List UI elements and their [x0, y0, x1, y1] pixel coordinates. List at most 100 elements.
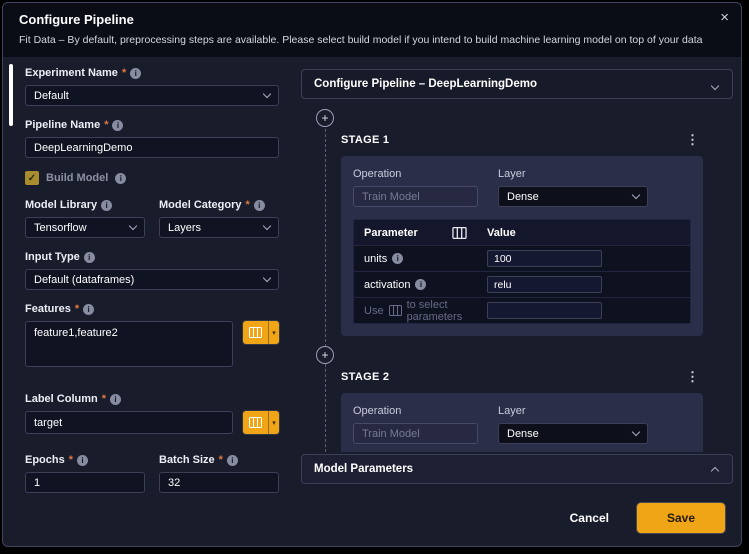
stage-1-header: STAGE 1 ⋮: [341, 132, 703, 148]
stage-1-title: STAGE 1: [341, 134, 390, 146]
collapse-button[interactable]: [710, 75, 720, 94]
label-column-label: Label Column * i: [25, 393, 279, 405]
model-category-label-text: Model Category: [159, 199, 242, 211]
chevron-down-icon: [631, 427, 641, 437]
parameter-header-label: Parameter: [364, 226, 418, 239]
info-icon[interactable]: i: [415, 279, 427, 290]
model-library-value: Tensorflow: [34, 221, 87, 234]
required-mark: *: [218, 454, 223, 466]
model-library-label: Model Library i: [25, 199, 145, 211]
model-parameters-section[interactable]: Model Parameters: [301, 454, 733, 484]
build-model-checkbox[interactable]: ✓: [25, 171, 39, 185]
add-stage-button[interactable]: +: [316, 346, 334, 364]
features-field: Features * i feature1,feature2 ▾: [25, 303, 279, 367]
info-icon[interactable]: i: [226, 454, 238, 466]
stage-2-card: Operation Layer Dense: [341, 393, 703, 452]
operation-field: Operation: [353, 405, 478, 444]
columns-icon: [243, 411, 268, 434]
new-parameter-value-input[interactable]: [487, 302, 602, 319]
pipeline-name-field: Pipeline Name * i: [25, 119, 279, 158]
experiment-name-value: Default: [34, 89, 69, 102]
stage-2-title: STAGE 2: [341, 371, 390, 383]
required-mark: *: [101, 393, 107, 405]
layer-field: Layer Dense: [498, 168, 648, 207]
info-icon[interactable]: i: [101, 199, 113, 211]
info-icon[interactable]: i: [130, 67, 142, 79]
info-icon[interactable]: i: [110, 393, 122, 405]
parameter-name: units: [364, 252, 388, 265]
layer-select[interactable]: Dense: [498, 423, 648, 444]
pipeline-builder-panel: Configure Pipeline – DeepLearningDemo + …: [293, 57, 741, 494]
layer-label: Layer: [498, 168, 526, 180]
collapse-button[interactable]: [710, 460, 720, 479]
configure-pipeline-modal: Configure Pipeline Fit Data – By default…: [2, 2, 742, 547]
chevron-down-icon: [128, 221, 138, 231]
info-icon[interactable]: i: [77, 454, 89, 466]
input-type-select[interactable]: Default (dataframes): [25, 269, 279, 290]
experiment-name-select[interactable]: Default: [25, 85, 279, 106]
timeline-connector: [325, 119, 326, 452]
pipeline-name-label: Pipeline Name * i: [25, 119, 279, 131]
epochs-label-text: Epochs: [25, 454, 65, 466]
label-column-input[interactable]: [25, 411, 233, 434]
build-model-field: ✓ Build Model i: [25, 171, 279, 185]
pipeline-section-header[interactable]: Configure Pipeline – DeepLearningDemo: [301, 69, 733, 99]
kebab-menu-icon[interactable]: ⋮: [682, 132, 703, 148]
model-library-field: Model Library i Tensorflow: [25, 199, 145, 238]
operation-field: Operation: [353, 168, 478, 207]
info-icon[interactable]: i: [392, 253, 404, 264]
columns-icon[interactable]: [452, 226, 467, 239]
info-icon[interactable]: i: [83, 251, 95, 263]
caret-down-icon: ▾: [268, 411, 279, 434]
parameter-row-hint: Use to select parameters: [354, 297, 690, 323]
chevron-up-icon: [710, 466, 720, 475]
required-mark: *: [104, 119, 109, 131]
close-icon[interactable]: ×: [720, 10, 729, 25]
units-value-input[interactable]: [487, 250, 602, 267]
save-button[interactable]: Save: [636, 503, 725, 533]
cancel-button[interactable]: Cancel: [570, 511, 609, 525]
model-category-select[interactable]: Layers: [159, 217, 279, 238]
model-library-label-text: Model Library: [25, 199, 98, 211]
stage-2-header: STAGE 2 ⋮: [341, 369, 703, 385]
modal-title: Configure Pipeline: [19, 12, 134, 27]
chevron-down-icon: [262, 89, 272, 99]
info-icon[interactable]: i: [83, 303, 95, 315]
model-category-field: Model Category * i Layers: [159, 199, 279, 238]
epochs-field: Epochs * i: [25, 454, 145, 493]
model-category-value: Layers: [168, 221, 202, 234]
batch-size-field: Batch Size * i: [159, 454, 279, 493]
stages-timeline: + STAGE 1 ⋮ Operation Laye: [301, 99, 733, 452]
chevron-down-icon: [262, 273, 272, 283]
experiment-name-label: Experiment Name * i: [25, 67, 279, 79]
info-icon[interactable]: i: [253, 199, 265, 211]
operation-input: [353, 186, 478, 207]
pipeline-name-label-text: Pipeline Name: [25, 119, 101, 131]
layer-label: Layer: [498, 405, 526, 417]
activation-value-input[interactable]: [487, 276, 602, 293]
batch-size-label: Batch Size * i: [159, 454, 279, 466]
parameter-row-units: units i: [354, 245, 690, 271]
kebab-menu-icon[interactable]: ⋮: [682, 369, 703, 385]
layer-select[interactable]: Dense: [498, 186, 648, 207]
left-panel-scrollbar[interactable]: [9, 64, 13, 126]
info-icon[interactable]: i: [115, 172, 127, 184]
experiment-name-field: Experiment Name * i Default: [25, 67, 279, 106]
batch-size-input[interactable]: [159, 472, 279, 493]
features-column-picker-button[interactable]: ▾: [243, 321, 279, 344]
required-mark: *: [68, 454, 74, 466]
operation-input: [353, 423, 478, 444]
info-icon[interactable]: i: [112, 119, 124, 131]
model-library-select[interactable]: Tensorflow: [25, 217, 145, 238]
hint-prefix: Use: [364, 304, 384, 317]
add-stage-button[interactable]: +: [316, 109, 334, 127]
required-mark: *: [245, 199, 250, 211]
layer-value: Dense: [507, 190, 539, 203]
required-mark: *: [74, 303, 80, 315]
pipeline-name-input[interactable]: [25, 137, 279, 158]
label-column-picker-button[interactable]: ▾: [243, 411, 279, 434]
modal-footer: Cancel Save: [3, 494, 741, 546]
epochs-input[interactable]: [25, 472, 145, 493]
experiment-name-label-text: Experiment Name: [25, 67, 118, 79]
features-input[interactable]: feature1,feature2: [25, 321, 233, 367]
